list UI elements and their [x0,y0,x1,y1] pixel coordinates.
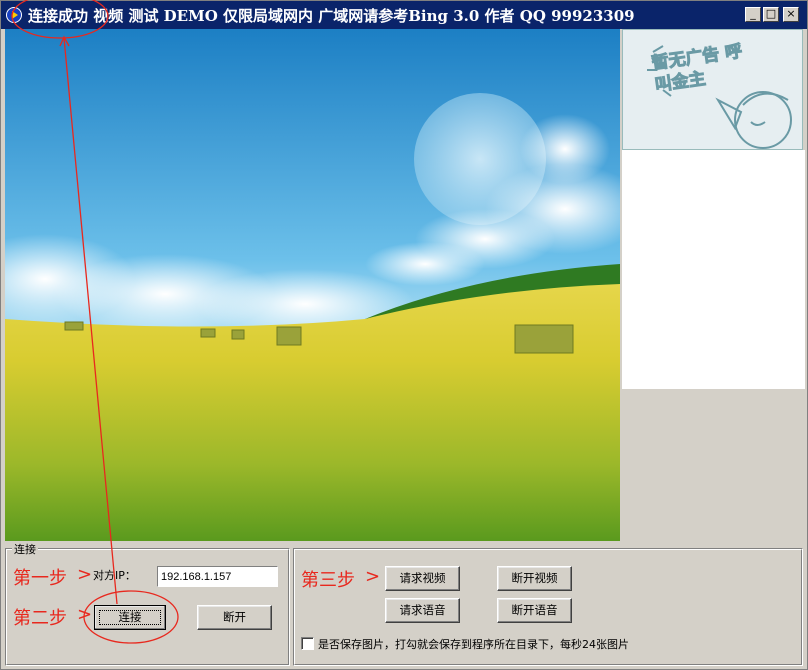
close-button[interactable]: × [783,7,799,22]
step3-arrow-icon: > [365,566,381,587]
save-images-checkbox[interactable] [301,637,314,650]
step1-arrow-icon: > [77,564,93,585]
app-play-icon[interactable] [6,7,22,23]
preview-panel [622,150,805,389]
disconnect-button[interactable]: 断开 [197,605,272,630]
connect-group-label: 连接 [12,541,38,557]
request-audio-button[interactable]: 请求语音 [385,598,460,623]
connect-button[interactable]: 连接 [94,605,166,630]
disconnect-video-button[interactable]: 断开视频 [497,566,572,591]
app-window: 连接成功 视频 测试 DEMO 仅限局域网内 广域网请参考Bing 3.0 作者… [0,0,808,670]
disconnect-audio-button[interactable]: 断开语音 [497,598,572,623]
title-bar[interactable]: 连接成功 视频 测试 DEMO 仅限局域网内 广域网请参考Bing 3.0 作者… [1,1,807,29]
focus-rect [99,610,161,625]
step1-label: 第一步 [13,568,67,589]
disconnect-audio-label: 断开语音 [511,603,558,617]
step2-label: 第二步 [13,608,67,629]
step2-arrow-icon: > [77,604,93,625]
window-title: 连接成功 视频 测试 DEMO 仅限局域网内 广域网请参考Bing 3.0 作者… [28,7,635,25]
ip-label: 对方IP： [93,569,136,582]
disconnect-button-label: 断开 [223,610,246,624]
video-display [5,29,620,541]
save-images-label: 是否保存图片，打勾就会保存到程序所在目录下，每秒24张图片 [318,638,629,651]
request-audio-label: 请求语音 [399,603,446,617]
request-video-label: 请求视频 [399,571,446,585]
minimize-button[interactable]: _ [745,7,761,22]
video-frame-image [5,29,620,541]
ip-input[interactable] [157,566,278,587]
step3-label: 第三步 [301,570,355,591]
disconnect-video-label: 断开视频 [511,571,558,585]
maximize-button[interactable]: □ [763,7,779,22]
ad-banner[interactable]: 暂无广告 呼叫金主 [622,29,803,150]
request-video-button[interactable]: 请求视频 [385,566,460,591]
